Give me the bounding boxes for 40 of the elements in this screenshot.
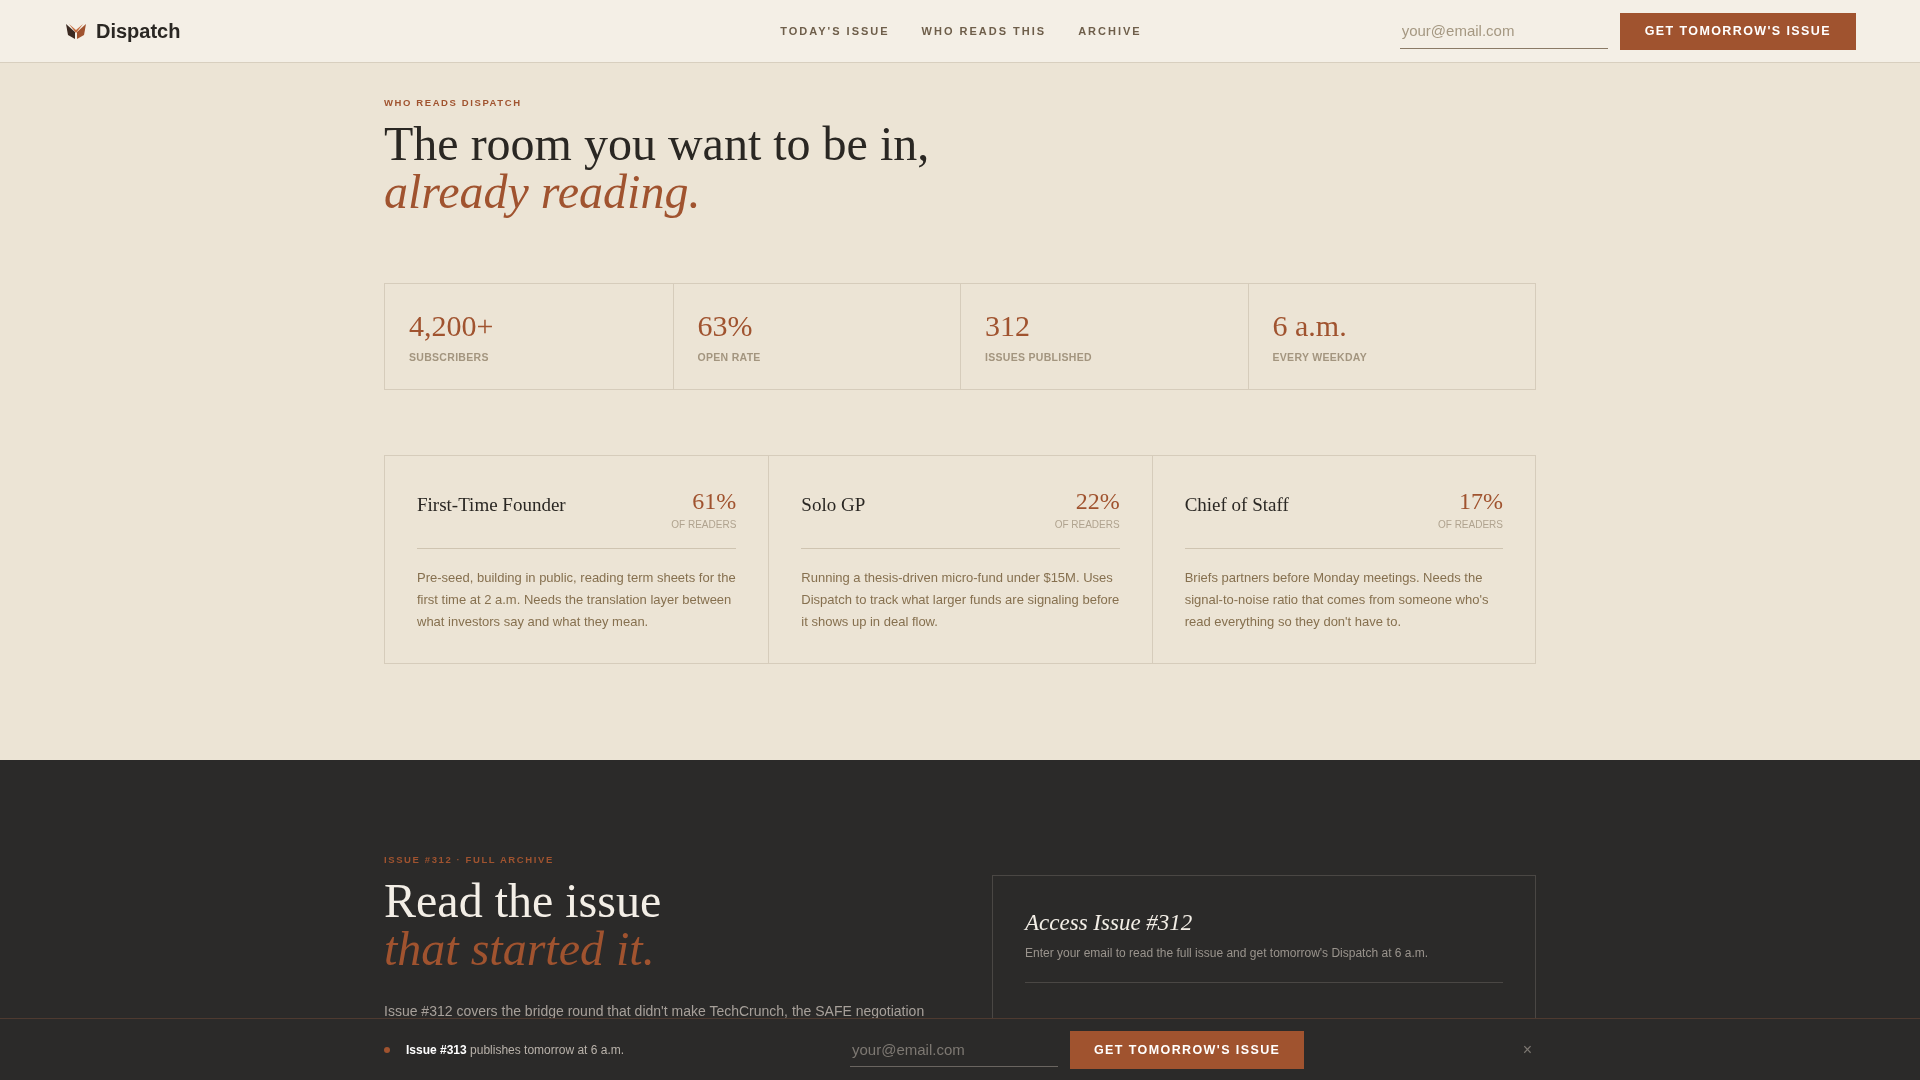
persona-name: First-Time Founder <box>417 494 566 516</box>
brand-name: Dispatch <box>96 19 181 43</box>
stat-label: OPEN RATE <box>697 351 762 363</box>
heading: Read the issue <box>384 877 663 925</box>
status-dot <box>384 1046 390 1053</box>
email-field[interactable]: your@email.com <box>1399 13 1608 49</box>
nav-link[interactable]: ARCHIVE <box>1078 25 1142 37</box>
bar-message: Issue #313 publishes tomorrow at 6 a.m. <box>406 1042 626 1057</box>
stat-value: 4,200+ <box>409 309 495 343</box>
stat-label: SUBSCRIBERS <box>409 351 490 363</box>
email-field[interactable]: your@email.com <box>850 1032 1058 1067</box>
persona-description: Pre-seed, building in public, reading term sheets for the first time at 2 a.m. Needs the translation layer between what investors say and what they mean. <box>417 569 737 631</box>
share-label: OF READERS <box>1438 519 1503 530</box>
nav-link[interactable]: TODAY'S ISSUE <box>780 25 890 37</box>
share-label: OF READERS <box>671 519 737 530</box>
access-text: Enter your email to read the full issue and get tomorrow's Dispatch at 6 a.m. <box>1025 946 1503 983</box>
subscribe-button[interactable]: GET TOMORROW'S ISSUE <box>1619 12 1856 50</box>
heading: The room you want to be in, <box>384 120 931 168</box>
stat-label: ISSUES PUBLISHED <box>985 351 1093 363</box>
stat-label: EVERY WEEKDAY <box>1272 351 1369 363</box>
nav-link[interactable]: WHO READS THIS <box>921 25 1047 37</box>
persona-name: Solo GP <box>801 494 866 516</box>
close-button[interactable]: × <box>1518 1040 1536 1059</box>
intro-text: Issue #312 covers the bridge round that didn't make TechCrunch, the SAFE negotiation <box>384 1003 926 1019</box>
section-eyebrow: WHO READS DISPATCH <box>384 97 523 108</box>
heading-accent: that started it. <box>384 925 656 973</box>
stat-value: 312 <box>985 309 1031 343</box>
persona-name: Chief of Staff <box>1184 494 1289 516</box>
stat-value: 63% <box>697 309 754 343</box>
persona-share: 61% <box>692 488 737 515</box>
access-title: Access Issue #312 <box>1025 910 1194 936</box>
subscribe-button[interactable]: GET TOMORROW'S ISSUE <box>1070 1030 1305 1069</box>
stat-value: 6 a.m. <box>1272 309 1348 343</box>
persona-share: 17% <box>1459 488 1503 515</box>
share-label: OF READERS <box>1054 519 1120 530</box>
persona-share: 22% <box>1075 488 1120 515</box>
persona-description: Briefs partners before Monday meetings. Needs the signal-to-noise ratio that comes from someone who's read everything so they don't have to. <box>1184 569 1490 631</box>
section-eyebrow: ISSUE #312 · FULL ARCHIVE <box>384 854 555 865</box>
persona-description: Running a thesis-driven micro-fund under $15M. Uses Dispatch to track what larger funds are signaling before it shows up in deal flow. <box>801 569 1120 631</box>
logo-icon <box>66 23 86 39</box>
